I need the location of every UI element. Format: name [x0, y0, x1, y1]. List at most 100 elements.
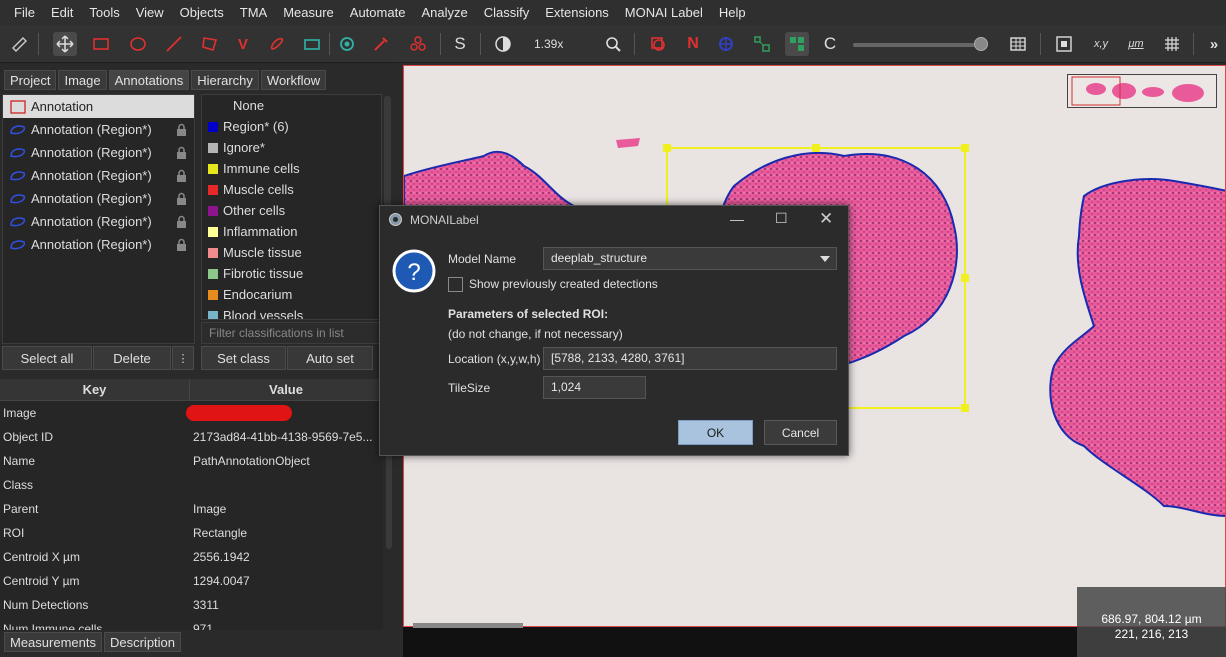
model-name-select[interactable]: deeplab_structure [543, 247, 837, 270]
table-row[interactable]: Num Immune cells 971 [0, 617, 383, 630]
tab-workflow[interactable]: Workflow [260, 70, 327, 90]
zoom-to-fit-icon[interactable] [601, 32, 625, 56]
ellipse-tool-icon[interactable] [126, 32, 150, 56]
grid-icon[interactable] [1006, 32, 1030, 56]
points-tool-icon[interactable] [335, 32, 359, 56]
fill-detections-icon[interactable] [785, 32, 809, 56]
ok-button[interactable]: OK [678, 420, 753, 445]
class-item[interactable]: Other cells [202, 200, 381, 221]
table-row[interactable]: Centroid Y µm 1294.0047 [0, 569, 383, 593]
menu-item-tma[interactable]: TMA [232, 5, 275, 20]
opacity-slider-track[interactable] [853, 43, 988, 47]
table-row[interactable]: Num Detections 3311 [0, 593, 383, 617]
menu-item-help[interactable]: Help [711, 5, 754, 20]
menu-item-view[interactable]: View [128, 5, 172, 20]
table-row[interactable]: Name PathAnnotationObject [0, 449, 383, 473]
table-row[interactable]: Parent Image [0, 497, 383, 521]
class-item[interactable]: Fibrotic tissue [202, 263, 381, 284]
polyline-tool-icon[interactable]: V [231, 32, 255, 56]
menu-item-classify[interactable]: Classify [476, 5, 538, 20]
table-row[interactable]: Class [0, 473, 383, 497]
annotation-label: Annotation (Region*) [31, 122, 152, 137]
class-item[interactable]: Blood vessels [202, 305, 381, 319]
show-detections-checkbox[interactable] [448, 277, 463, 292]
show-detections-icon[interactable] [750, 32, 774, 56]
class-item[interactable]: Ignore* [202, 137, 381, 158]
close-icon[interactable]: ✕ [819, 209, 833, 229]
viewer-horizontal-scrollbar[interactable] [413, 623, 523, 628]
scalebar-button[interactable]: μm [1123, 32, 1149, 56]
polygon-tool-icon[interactable] [198, 32, 222, 56]
key-column-header[interactable]: Key [0, 379, 190, 400]
maximize-icon[interactable]: ☐ [775, 210, 788, 227]
annotation-item[interactable]: Annotation (Region*) [3, 187, 194, 210]
tab-measurements[interactable]: Measurements [4, 632, 102, 652]
annotation-item[interactable]: Annotation (Region*) [3, 233, 194, 256]
auto-set-button[interactable]: Auto set [287, 346, 373, 370]
brightness-contrast-icon[interactable] [491, 32, 515, 56]
wand-tool-icon[interactable] [300, 32, 324, 56]
overview-thumbnail[interactable] [1067, 74, 1217, 108]
class-item[interactable]: None [202, 95, 381, 116]
class-item[interactable]: Region* (6) [202, 116, 381, 137]
set-class-button[interactable]: Set class [201, 346, 286, 370]
tab-hierarchy[interactable]: Hierarchy [191, 70, 259, 90]
opacity-slider-knob[interactable] [974, 37, 988, 51]
toolbar-overflow-icon[interactable]: » [1204, 32, 1224, 56]
tab-image[interactable]: Image [58, 70, 107, 90]
show-annotations-icon[interactable] [646, 32, 670, 56]
class-item[interactable]: Immune cells [202, 158, 381, 179]
annotation-item[interactable]: Annotation (Region*) [3, 164, 194, 187]
menu-item-objects[interactable]: Objects [172, 5, 232, 20]
menu-item-file[interactable]: File [6, 5, 43, 20]
annotation-more-button[interactable]: ⋮ [172, 346, 194, 370]
line-tool-icon[interactable] [162, 32, 186, 56]
class-item[interactable]: Inflammation [202, 221, 381, 242]
table-row[interactable]: Object ID 2173ad84-41bb-4138-9569-7e5... [0, 425, 383, 449]
overview-icon[interactable] [1052, 32, 1076, 56]
show-names-icon[interactable]: N [681, 32, 705, 56]
annotation-item[interactable]: Annotation (Region*) [3, 210, 194, 233]
select-all-button[interactable]: Select all [2, 346, 92, 370]
show-connections-button[interactable]: C [818, 32, 842, 56]
menu-item-monai-label[interactable]: MONAI Label [617, 5, 711, 20]
class-item[interactable]: Muscle tissue [202, 242, 381, 263]
tab-project[interactable]: Project [4, 70, 57, 90]
brush-tool-icon[interactable] [265, 32, 289, 56]
annotation-item[interactable]: Annotation [3, 95, 194, 118]
ruler-icon[interactable] [7, 32, 31, 56]
annotation-list[interactable]: Annotation Annotation (Region*) Annotation… [2, 94, 195, 344]
tilesize-input[interactable]: 1,024 [543, 376, 646, 399]
annotation-item[interactable]: Annotation (Region*) [3, 141, 194, 164]
menu-item-analyze[interactable]: Analyze [413, 5, 475, 20]
menu-item-automate[interactable]: Automate [342, 5, 414, 20]
menu-item-measure[interactable]: Measure [275, 5, 342, 20]
dialog-title: MONAILabel [410, 213, 479, 227]
table-row[interactable]: ROI Rectangle [0, 521, 383, 545]
lock-icon [177, 192, 186, 205]
location-input[interactable]: [5788, 2133, 4280, 3761] [543, 347, 837, 370]
delete-button[interactable]: Delete [93, 346, 171, 370]
rectangle-tool-icon[interactable] [89, 32, 113, 56]
minimize-icon[interactable]: — [730, 211, 744, 227]
value-column-header[interactable]: Value [190, 379, 383, 400]
location-text-button[interactable]: x,y [1088, 32, 1114, 56]
menu-item-tools[interactable]: Tools [81, 5, 127, 20]
selection-mode-button[interactable]: S [448, 32, 472, 56]
tab-annotations[interactable]: Annotations [108, 70, 190, 90]
annotation-item[interactable]: Annotation (Region*) [3, 118, 194, 141]
class-item[interactable]: Endocarium [202, 284, 381, 305]
cancel-button[interactable]: Cancel [764, 420, 837, 445]
tab-description[interactable]: Description [103, 632, 182, 652]
wand-red-icon[interactable] [369, 32, 393, 56]
counting-grid-icon[interactable] [1160, 32, 1184, 56]
class-item[interactable]: Muscle cells [202, 179, 381, 200]
menu-item-extensions[interactable]: Extensions [537, 5, 617, 20]
move-tool-icon[interactable] [53, 32, 77, 56]
connections-icon[interactable] [406, 32, 430, 56]
menu-item-edit[interactable]: Edit [43, 5, 81, 20]
table-row[interactable]: Centroid X µm 2556.1942 [0, 545, 383, 569]
filter-classifications-input[interactable]: Filter classifications in list [201, 322, 382, 344]
class-list[interactable]: None Region* (6) Ignore* Immune cells Muscle… [201, 94, 382, 320]
tma-grid-icon[interactable] [714, 32, 738, 56]
